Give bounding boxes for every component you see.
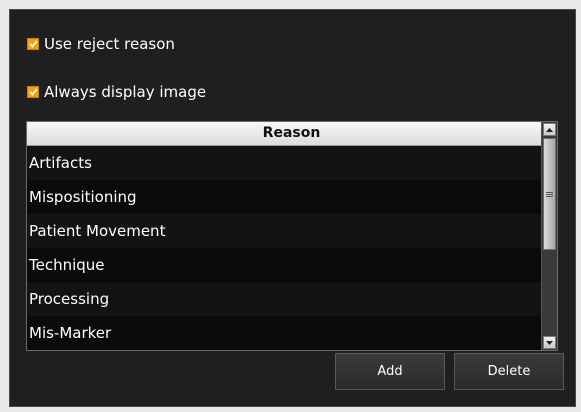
always-display-image-checkbox[interactable]	[27, 86, 39, 98]
table-row[interactable]: Patient Movement	[27, 214, 556, 248]
table-row[interactable]: Mis-Marker	[27, 316, 556, 350]
always-display-image-option[interactable]: Always display image	[27, 83, 206, 101]
use-reject-reason-label: Use reject reason	[44, 35, 175, 53]
reason-list: Artifacts Mispositioning Patient Movemen…	[27, 146, 556, 350]
grip-icon	[546, 191, 553, 197]
always-display-image-label: Always display image	[44, 83, 207, 101]
delete-button[interactable]: Delete	[454, 353, 564, 390]
table-row[interactable]: Artifacts	[27, 146, 556, 180]
reason-column-header[interactable]: Reason	[27, 122, 556, 146]
check-icon	[28, 88, 38, 96]
table-row[interactable]: Technique	[27, 248, 556, 282]
table-row[interactable]: Mispositioning	[27, 180, 556, 214]
add-button[interactable]: Add	[335, 353, 445, 390]
scroll-thumb[interactable]	[543, 138, 556, 250]
arrow-down-icon	[546, 340, 553, 345]
check-icon	[28, 40, 38, 48]
table-row[interactable]: Processing	[27, 282, 556, 316]
reject-reason-panel: Use reject reason Always display image R…	[9, 9, 576, 407]
scroll-up-button[interactable]	[543, 123, 556, 136]
scroll-down-button[interactable]	[543, 336, 556, 349]
reason-table: Reason Artifacts Mispositioning Patient …	[26, 121, 558, 351]
use-reject-reason-checkbox[interactable]	[27, 38, 39, 50]
vertical-scrollbar[interactable]	[541, 122, 557, 350]
arrow-up-icon	[546, 127, 553, 132]
use-reject-reason-option[interactable]: Use reject reason	[27, 35, 175, 53]
